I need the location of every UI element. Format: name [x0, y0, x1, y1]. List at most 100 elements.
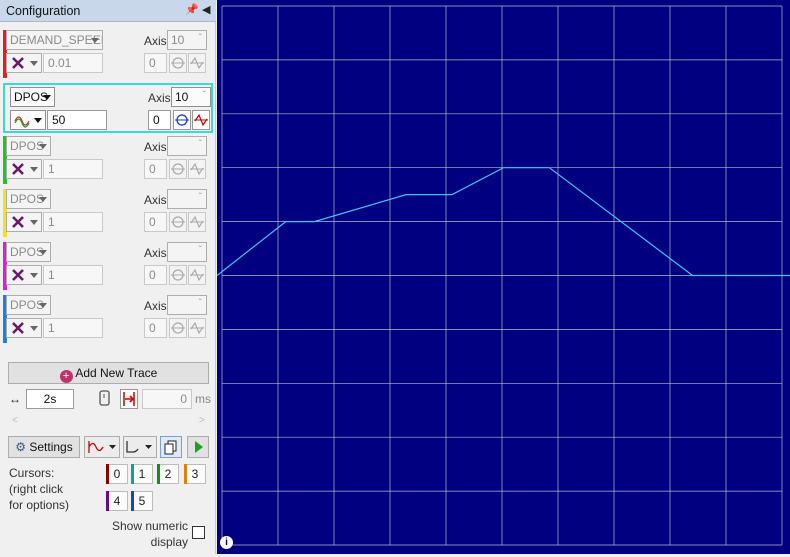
trigger-arrow-button[interactable] [120, 389, 138, 409]
chevron-down-icon [30, 273, 38, 278]
add-new-trace-button[interactable]: + Add New Trace [8, 362, 209, 384]
trace-offset-toggle[interactable] [173, 110, 191, 130]
trace-style-select[interactable] [6, 159, 42, 179]
invert-icon [190, 56, 204, 70]
cursor-button-label: 1 [138, 467, 146, 481]
trace-scale-input[interactable]: 1 [43, 318, 103, 338]
cursor-color-mark [184, 464, 187, 484]
trace-row[interactable]: DPOS Axis ˇ 1 0 [3, 242, 213, 292]
trace-invert-toggle[interactable] [188, 53, 206, 73]
cursors-label: Cursors: (right click for options) [9, 466, 70, 512]
trace-parameter-select[interactable]: DEMAND_SPEED [6, 30, 103, 50]
timebase-input[interactable]: 2s [26, 389, 74, 409]
cursor-color-mark [106, 464, 109, 484]
trace-row[interactable]: DPOS Axis 10 ˇ 50 0 [3, 83, 213, 133]
chevron-down-icon: ˇ [202, 90, 206, 101]
cursor-button[interactable]: 5 [131, 491, 153, 511]
scroll-right-icon[interactable]: > [199, 415, 205, 426]
trace-offset-input[interactable]: 0 [148, 110, 171, 130]
trigger-mode-icon[interactable] [96, 389, 114, 409]
trace-offset-input[interactable]: 0 [144, 159, 167, 179]
trace-row[interactable]: DPOS Axis ˇ 1 0 [3, 295, 213, 345]
trace-parameter-select[interactable]: DPOS [10, 87, 55, 107]
trace-axis-select[interactable]: ˇ [167, 295, 207, 315]
show-numeric-display-label: Show numeric display [111, 519, 188, 549]
cross-icon [9, 163, 27, 178]
cursor-button[interactable]: 2 [157, 464, 179, 484]
cursor-button[interactable]: 1 [131, 464, 153, 484]
collapse-left-icon[interactable]: ◀ [202, 3, 210, 16]
trace-offset-input[interactable]: 0 [144, 265, 167, 285]
trace-style-select[interactable] [6, 318, 42, 338]
timebase-icon: ↔ [9, 392, 21, 406]
trace-row[interactable]: DEMAND_SPEED Axis 10 ˇ 0.01 0 [3, 30, 213, 80]
gear-icon: ⚙ [15, 440, 27, 454]
trace-row[interactable]: DPOS Axis ˇ 1 0 [3, 189, 213, 239]
trace-scale-input[interactable]: 1 [43, 159, 103, 179]
trigger-delay-input[interactable]: 0 [142, 389, 192, 409]
trace-offset-toggle[interactable] [169, 212, 187, 232]
show-numeric-display-checkbox[interactable] [192, 526, 205, 539]
step-mode-dropdown[interactable] [123, 436, 157, 458]
trace-offset-toggle[interactable] [169, 318, 187, 338]
trace-style-select[interactable] [6, 53, 42, 73]
trace-parameter-select[interactable]: DPOS [6, 295, 51, 315]
trace-offset-input[interactable]: 0 [144, 318, 167, 338]
cursor-color-mark [106, 491, 109, 511]
trace-axis-label: Axis [144, 140, 167, 154]
play-icon [195, 441, 203, 453]
trace-parameter-select[interactable]: DPOS [6, 242, 51, 262]
trace-scale-input[interactable]: 1 [43, 265, 103, 285]
copy-icon [164, 440, 177, 455]
cursor-button-label: 2 [164, 467, 172, 481]
configuration-panel: Configuration 📌 ◀ DEMAND_SPEED Axis 10 ˇ 0.0… [0, 0, 216, 554]
offset-icon [171, 216, 185, 228]
trace-invert-toggle[interactable] [188, 212, 206, 232]
trace-scale-input[interactable]: 50 [47, 110, 107, 130]
trace-offset-toggle[interactable] [169, 265, 187, 285]
cursor-button-label: 5 [138, 494, 146, 508]
waveform-icon [88, 441, 116, 453]
trace-style-dropdown[interactable] [84, 436, 120, 458]
settings-button[interactable]: ⚙ Settings [8, 436, 80, 458]
trace-parameter-select[interactable]: DPOS [6, 189, 51, 209]
scroll-left-icon[interactable]: < [12, 415, 18, 426]
trace-invert-toggle[interactable] [192, 110, 210, 130]
scope-plot[interactable]: i [216, 0, 790, 554]
trace-invert-toggle[interactable] [188, 159, 206, 179]
cursor-button-label: 4 [113, 494, 121, 508]
panel-titlebar: Configuration 📌 ◀ [0, 0, 216, 22]
trace-axis-select[interactable]: ˇ [167, 242, 207, 262]
trace-style-select[interactable] [6, 265, 42, 285]
trace-axis-select[interactable]: 10 ˇ [171, 87, 211, 107]
trace-row[interactable]: DPOS Axis ˇ 1 0 [3, 136, 213, 186]
cursor-button[interactable]: 3 [184, 464, 206, 484]
cursor-button-label: 0 [113, 467, 121, 481]
trace-parameter-select[interactable]: DPOS [6, 136, 51, 156]
trace-scale-input[interactable]: 0.01 [43, 53, 103, 73]
cursor-button[interactable]: 4 [106, 491, 128, 511]
trace-axis-select[interactable]: ˇ [167, 136, 207, 156]
cursor-button[interactable]: 0 [106, 464, 128, 484]
trace-style-select[interactable] [10, 110, 46, 130]
trace-offset-input[interactable]: 0 [144, 53, 167, 73]
trace-invert-toggle[interactable] [188, 265, 206, 285]
trace-axis-select[interactable]: 10 ˇ [167, 30, 207, 50]
offset-icon [171, 163, 185, 175]
add-new-trace-label: Add New Trace [75, 366, 158, 380]
trace-offset-toggle[interactable] [169, 53, 187, 73]
chevron-down-icon [39, 303, 47, 308]
chevron-down-icon [43, 95, 51, 100]
trace-scale-input[interactable]: 1 [43, 212, 103, 232]
scope-chart [216, 5, 790, 546]
run-button[interactable] [187, 436, 209, 458]
copy-button[interactable] [160, 436, 182, 458]
trace-style-select[interactable] [6, 212, 42, 232]
offset-icon [171, 322, 185, 334]
trace-invert-toggle[interactable] [188, 318, 206, 338]
trace-offset-toggle[interactable] [169, 159, 187, 179]
pin-icon[interactable]: 📌 [185, 3, 199, 16]
trace-axis-select[interactable]: ˇ [167, 189, 207, 209]
trace-offset-input[interactable]: 0 [144, 212, 167, 232]
info-icon[interactable]: i [220, 536, 233, 549]
